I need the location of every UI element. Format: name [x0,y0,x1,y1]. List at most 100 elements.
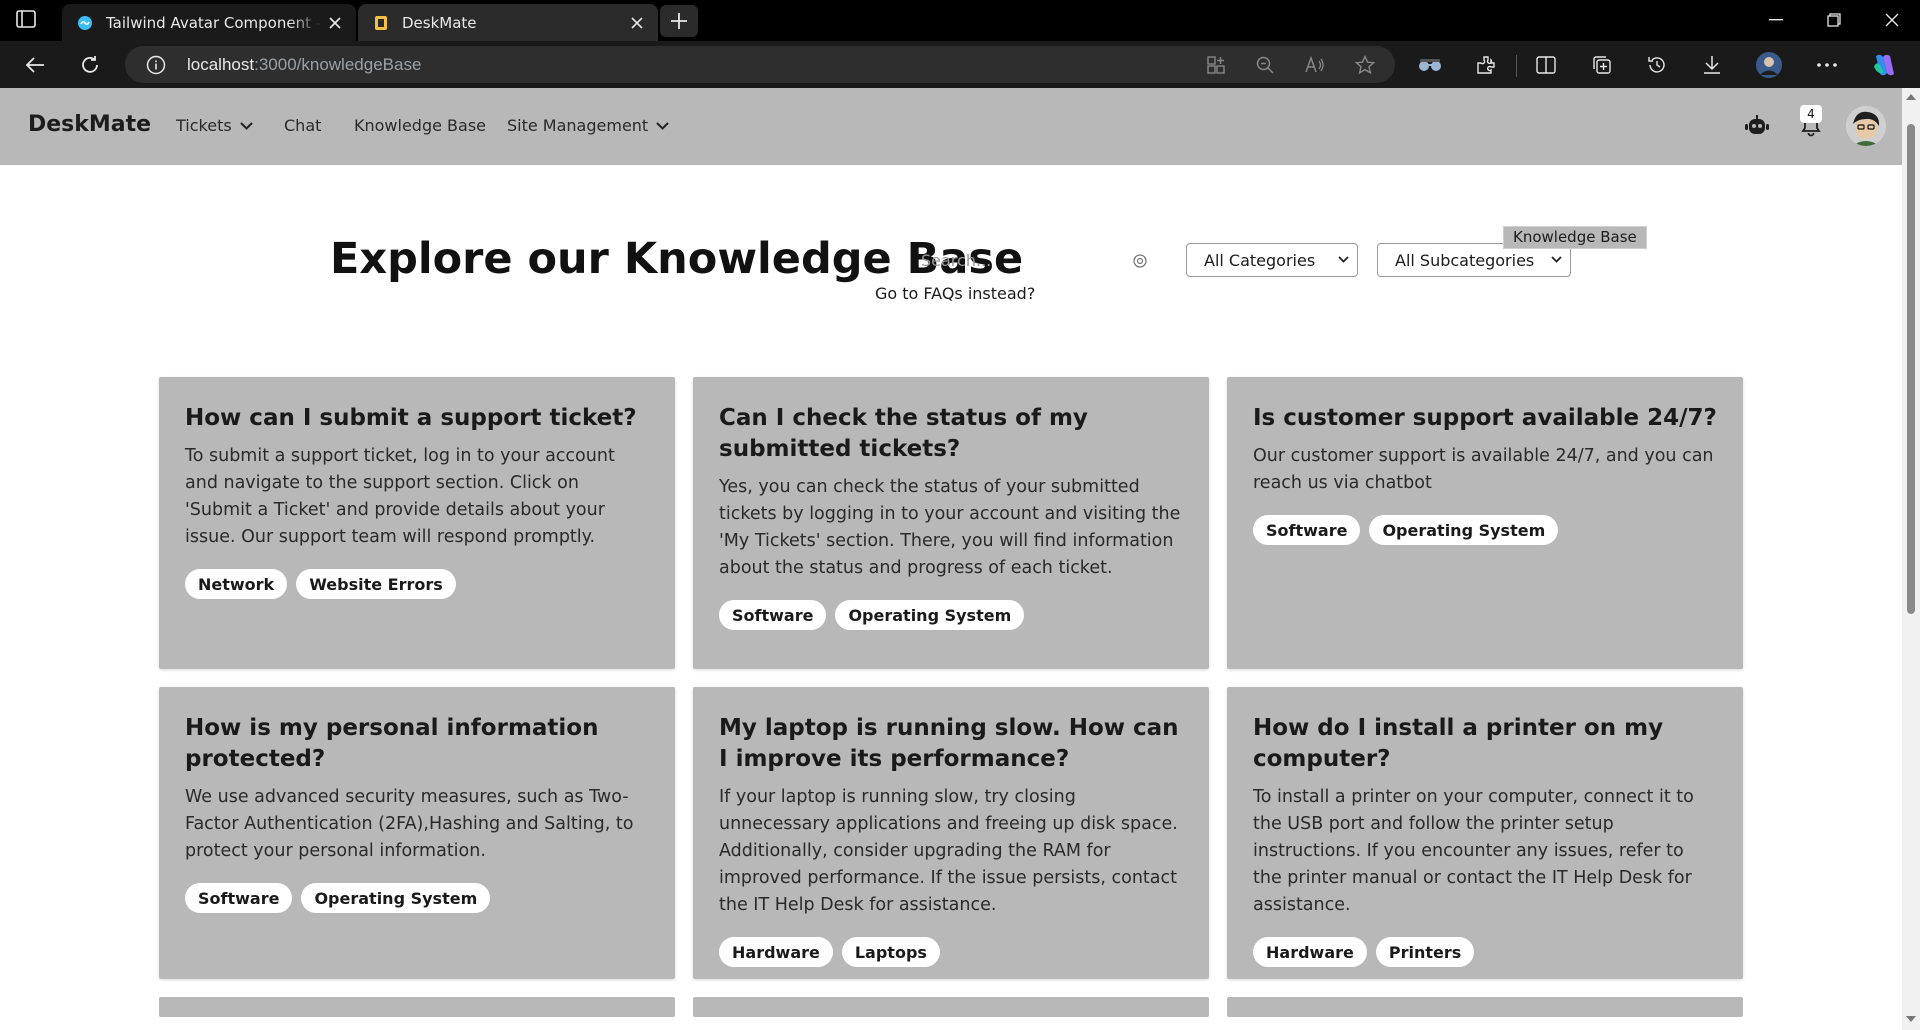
tag-list: Software Operating System [1253,515,1717,545]
article-card[interactable]: How can I submit a support ticket? To su… [159,377,675,669]
tailwind-favicon-icon [76,14,94,32]
new-tab-button[interactable] [660,5,698,37]
subcategory-select-value: All Subcategories [1395,250,1535,270]
article-title: How is my personal information protected… [185,715,599,772]
article-card-partial[interactable] [1227,997,1743,1017]
browser-tab-bar: Tailwind Avatar Component — Ta DeskMate [0,0,1920,41]
nav-site-management-label: Site Management [507,116,649,135]
chevron-down-icon [1551,256,1562,263]
article-summary: To install a printer on your computer, c… [1253,787,1694,915]
tag-chip[interactable]: Operating System [1369,515,1559,545]
category-select[interactable]: All Categories [1186,243,1358,277]
article-title: Is customer support available 24/7? [1253,405,1717,431]
article-title: How do I install a printer on my compute… [1253,715,1664,772]
article-summary: Yes, you can check the status of your su… [719,477,1181,578]
history-icon[interactable] [1642,50,1672,80]
article-card[interactable]: My laptop is running slow. How can I imp… [693,687,1209,979]
tag-chip[interactable]: Printers [1375,937,1475,967]
article-summary: Our customer support is available 24/7, … [1253,446,1714,493]
tag-list: Software Operating System [185,883,649,913]
url-text: localhost:3000/knowledgeBase [187,55,422,74]
tag-chip[interactable]: Operating System [301,883,491,913]
article-title: Can I check the status of my submitted t… [719,405,1088,462]
article-title: How can I submit a support ticket? [185,405,637,431]
tag-list: Hardware Laptops [719,937,1183,967]
tag-chip[interactable]: Network [185,569,288,599]
search-input[interactable] [905,240,1155,280]
tag-list: Software Operating System [719,600,1183,630]
scroll-down-arrow-icon[interactable] [1906,1015,1916,1025]
article-title: My laptop is running slow. How can I imp… [719,715,1179,772]
scrollbar-thumb[interactable] [1907,124,1915,614]
restore-icon[interactable] [1806,0,1862,40]
tag-chip[interactable]: Operating System [835,600,1025,630]
read-aloud-icon[interactable] [1304,54,1326,76]
tag-list: Hardware Printers [1253,937,1717,967]
tab-actions-icon[interactable] [16,10,44,30]
close-tab-icon[interactable] [624,10,650,36]
back-icon[interactable] [20,50,50,80]
tag-chip[interactable]: Hardware [719,937,833,967]
downloads-icon[interactable] [1697,50,1727,80]
reload-icon[interactable] [75,50,105,80]
faq-link[interactable]: Go to FAQs instead? [875,284,1035,303]
app-available-icon[interactable] [1205,54,1227,76]
article-grid: How can I submit a support ticket? To su… [159,377,1744,1017]
article-card[interactable]: How is my personal information protected… [159,687,675,979]
tag-list: Network Website Errors [185,569,649,599]
nav-tickets-dropdown[interactable]: Tickets [176,116,253,135]
article-card[interactable]: How do I install a printer on my compute… [1227,687,1743,979]
collections-icon[interactable] [1587,50,1617,80]
tag-chip[interactable]: Website Errors [296,569,456,599]
browser-tab-deskmate[interactable]: DeskMate [358,4,658,41]
tag-chip[interactable]: Hardware [1253,937,1367,967]
category-select-value: All Categories [1204,250,1316,270]
close-window-icon[interactable] [1864,0,1920,40]
nav-knowledge-base-label: Knowledge Base [354,116,486,135]
user-avatar[interactable] [1846,106,1886,146]
site-info-icon[interactable] [146,55,166,75]
page-viewport: DeskMate Tickets Chat Knowledge Base Sit… [0,88,1902,1030]
close-tab-icon[interactable] [322,10,348,36]
knowledge-base-tooltip: Knowledge Base [1503,226,1647,249]
nav-chat-link[interactable]: Chat [284,116,321,135]
tab-title: Tailwind Avatar Component — Ta [106,13,322,32]
search-icon[interactable] [1132,253,1148,269]
tab-title: DeskMate [402,13,477,32]
profile-avatar-icon[interactable] [1754,50,1784,80]
tag-chip[interactable]: Laptops [841,937,940,967]
chevron-down-icon [239,121,253,130]
nav-site-management-dropdown[interactable]: Site Management [507,116,669,135]
chevron-down-icon [1338,256,1349,263]
article-summary: If your laptop is running slow, try clos… [719,787,1178,915]
article-card-partial[interactable] [159,997,675,1017]
article-summary: To submit a support ticket, log in to yo… [185,446,615,547]
toolbar-divider [1516,55,1517,77]
minimize-icon[interactable] [1748,0,1804,40]
browser-toolbar: localhost:3000/knowledgeBase [0,41,1920,88]
brand-logo[interactable]: DeskMate [28,112,151,137]
nav-chat-label: Chat [284,116,322,135]
tag-chip[interactable]: Software [1253,515,1361,545]
tag-chip[interactable]: Software [185,883,293,913]
article-card-partial[interactable] [693,997,1209,1017]
browser-tab-tailwind[interactable]: Tailwind Avatar Component — Ta [62,4,356,41]
article-card[interactable]: Is customer support available 24/7? Our … [1227,377,1743,669]
nav-knowledge-base-link[interactable]: Knowledge Base [354,116,486,135]
split-screen-icon[interactable] [1531,50,1561,80]
page-scrollbar[interactable] [1902,88,1920,1030]
favorite-star-icon[interactable] [1354,54,1376,76]
extensions-icon[interactable] [1471,50,1501,80]
extension-glasses-icon[interactable] [1415,50,1445,80]
scroll-up-arrow-icon[interactable] [1906,93,1916,103]
chatbot-robot-icon[interactable] [1739,108,1775,144]
app-navbar: DeskMate Tickets Chat Knowledge Base Sit… [0,88,1902,165]
search-box [905,240,1155,280]
copilot-icon[interactable] [1870,50,1900,80]
chevron-down-icon [656,121,669,130]
tag-chip[interactable]: Software [719,600,827,630]
zoom-icon[interactable] [1254,54,1276,76]
article-card[interactable]: Can I check the status of my submitted t… [693,377,1209,669]
more-options-icon[interactable] [1812,50,1842,80]
address-bar[interactable]: localhost:3000/knowledgeBase [125,46,1395,83]
